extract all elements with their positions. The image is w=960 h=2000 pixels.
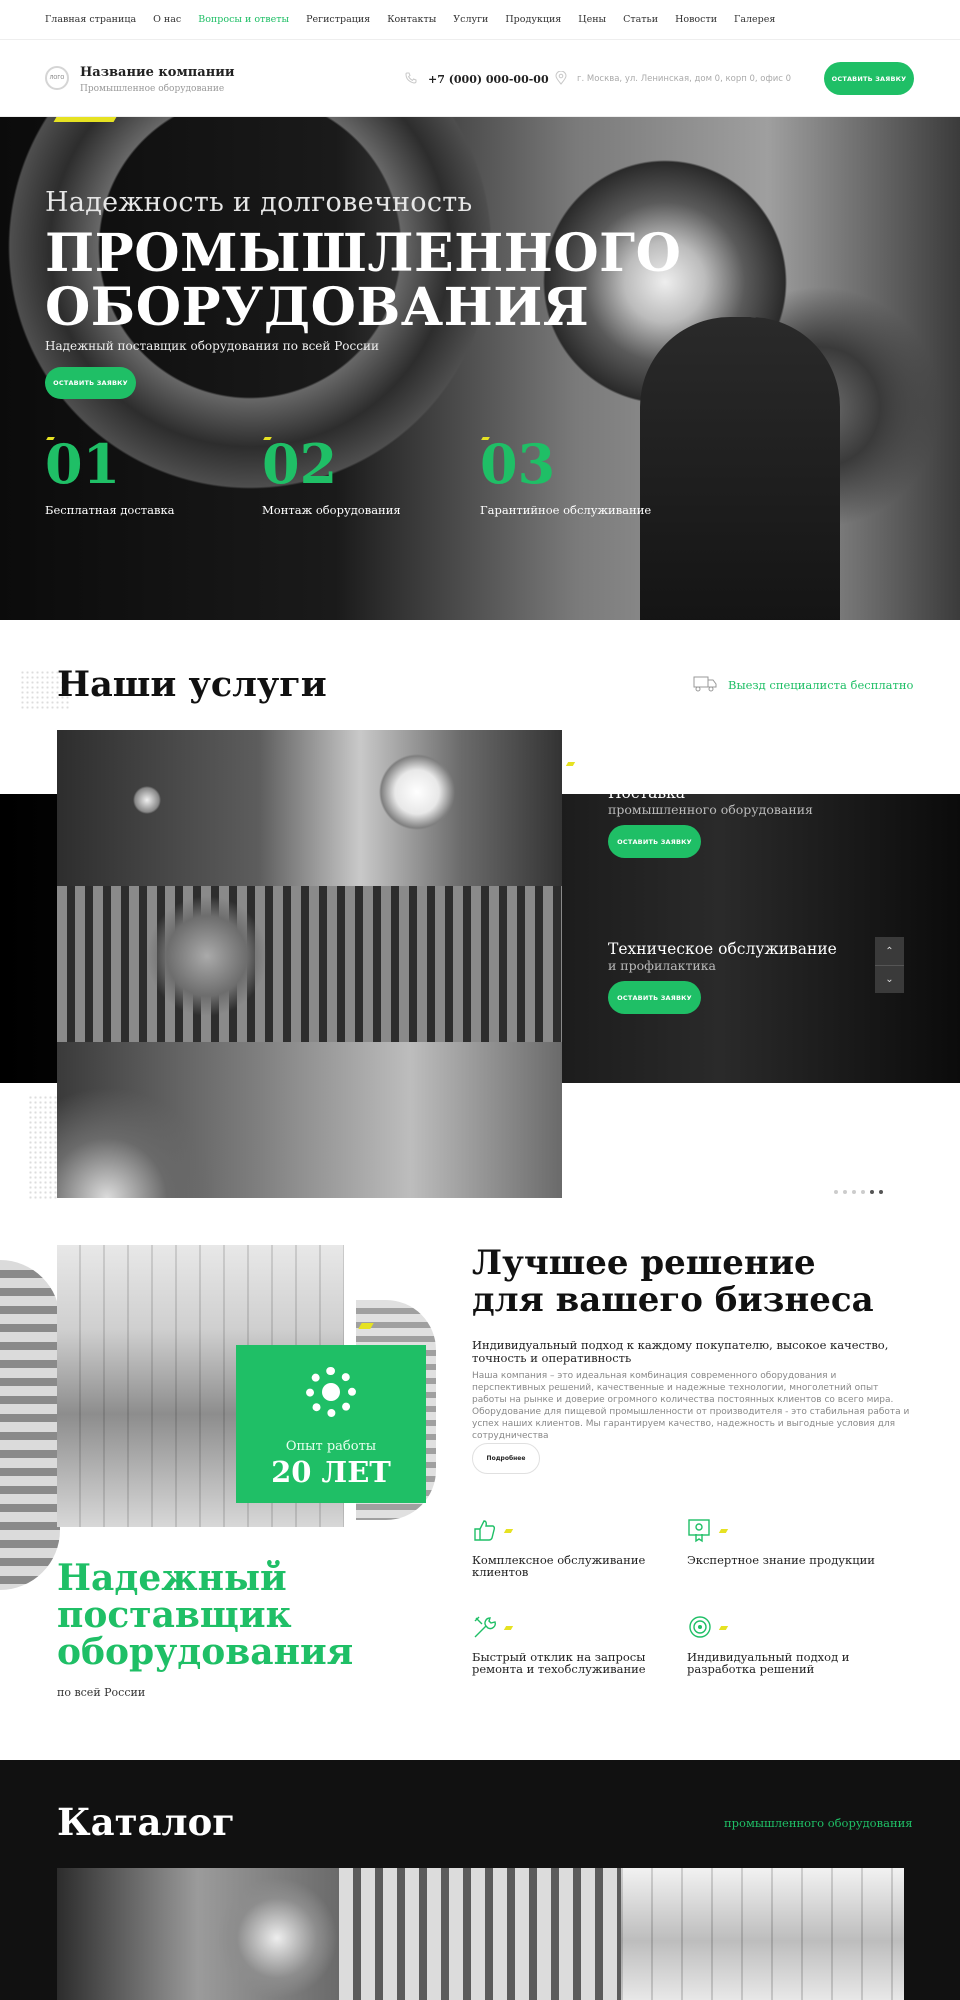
slider-dot[interactable]: [843, 1190, 847, 1194]
slider-dot[interactable]: [834, 1190, 838, 1194]
feature-number: 01: [45, 437, 265, 491]
hero-title: ПРОМЫШЛЕННОГО ОБОРУДОВАНИЯ: [45, 227, 681, 335]
catalog-subtitle[interactable]: промышленного оборудования: [724, 1816, 913, 1830]
hero-feature-delivery: 01 Бесплатная доставка: [45, 437, 265, 517]
feature-label: Монтаж оборудования: [262, 503, 401, 517]
advantage-text: Экспертное знание продукции: [687, 1553, 875, 1567]
nav-item-home[interactable]: Главная страница: [45, 14, 136, 25]
hero-title-line1: ПРОМЫШЛЕННОГО: [45, 223, 682, 284]
header-request-button[interactable]: Оставить заявку: [824, 62, 914, 95]
site-header: ЛОГО Название компании Промышленное обор…: [0, 40, 960, 117]
accent-mark: [503, 1626, 514, 1630]
nav-item-faq[interactable]: Вопросы и ответы: [198, 14, 289, 25]
best-body-text: Наша компания – это идеальная комбинация…: [472, 1371, 910, 1441]
tools-icon: [474, 1616, 496, 1638]
nav-item-gallery[interactable]: Галерея: [734, 14, 775, 25]
phone-icon: [405, 72, 417, 84]
nav-item-services[interactable]: Услуги: [453, 14, 488, 25]
service-photo-factory: [57, 1042, 562, 1198]
catalog-item-workshop[interactable]: [621, 1868, 904, 2000]
nav-item-contacts[interactable]: Контакты: [387, 14, 436, 25]
supplier-heading: Надежный поставщик оборудования: [57, 1560, 353, 1671]
nav-item-products[interactable]: Продукция: [505, 14, 561, 25]
logo-text: ЛОГО: [49, 75, 65, 81]
advantage-text: Комплексное обслуживание клиентов: [472, 1553, 646, 1579]
hero-feature-warranty: 03 Гарантийное обслуживание: [480, 437, 700, 517]
service-request-button[interactable]: Оставить заявку: [608, 981, 701, 1014]
free-visit-link[interactable]: Выезд специалиста бесплатно: [728, 678, 913, 692]
accent-mark: [503, 1529, 514, 1533]
best-lead-text: Индивидуальный подход к каждому покупате…: [472, 1338, 889, 1365]
slider-arrows: ⌃ ⌄: [875, 937, 904, 993]
experience-box: Опыт работы 20 ЛЕТ: [236, 1345, 426, 1503]
header-address: г. Москва, ул. Ленинская, дом 0, корп 0,…: [577, 74, 792, 84]
hero-description: Надежный поставщик оборудования по всей …: [45, 339, 379, 353]
accent-mark: [718, 1529, 729, 1533]
slider-dot-active[interactable]: [879, 1190, 883, 1194]
header-phone[interactable]: +7 (000) 000-00-00: [428, 73, 549, 86]
supplier-line2: поставщик: [57, 1594, 292, 1636]
advantage-text: Индивидуальный подход и разработка решен…: [687, 1650, 850, 1676]
company-logo[interactable]: ЛОГО: [45, 66, 69, 90]
nav-menu: Главная страница О нас Вопросы и ответы …: [45, 14, 792, 25]
nav-item-prices[interactable]: Цены: [578, 14, 606, 25]
feature-label: Гарантийное обслуживание: [480, 503, 652, 517]
feature-number: 03: [480, 437, 700, 491]
supplier-line3: оборудования: [57, 1631, 354, 1673]
service-title: Поставка: [608, 784, 686, 802]
service-subtitle: промышленного оборудования: [608, 802, 813, 817]
service-subtitle: и профилактика: [608, 958, 716, 973]
service-photo-truck: [57, 730, 562, 886]
nav-item-news[interactable]: Новости: [675, 14, 717, 25]
catalog-item-motor[interactable]: [57, 1868, 339, 2000]
top-navigation: Главная страница О нас Вопросы и ответы …: [0, 0, 960, 40]
chevron-down-icon[interactable]: ⌄: [875, 965, 904, 993]
slider-dot-active[interactable]: [870, 1190, 874, 1194]
slider-dot[interactable]: [852, 1190, 856, 1194]
catalog-item-pipes[interactable]: [339, 1868, 621, 2000]
hero-feature-installation: 02 Монтаж оборудования: [262, 437, 482, 517]
supplier-subtitle: по всей России: [57, 1686, 146, 1699]
services-title: Наши услуги: [57, 664, 327, 705]
services-accent-mark: [565, 762, 576, 766]
hero-accent-mark: [53, 117, 117, 122]
feature-label: Бесплатная доставка: [45, 503, 175, 517]
company-name: Название компании: [80, 65, 235, 80]
truck-icon: [693, 676, 717, 692]
target-icon: [689, 1616, 711, 1638]
thumbs-up-icon: [474, 1520, 496, 1541]
nav-item-articles[interactable]: Статьи: [623, 14, 658, 25]
catalog-section: Каталог промышленного оборудования: [0, 1760, 960, 2000]
location-pin-icon: [555, 71, 567, 85]
certificate-icon: [688, 1519, 710, 1543]
accent-mark: [718, 1626, 729, 1630]
nav-item-about[interactable]: О нас: [153, 14, 181, 25]
hero-section: Надежность и долговечность ПРОМЫШЛЕННОГО…: [0, 117, 960, 620]
service-photo-gears: [57, 886, 562, 1042]
experience-value: 20 ЛЕТ: [271, 1455, 391, 1489]
hero-request-button[interactable]: Оставить заявку: [45, 367, 136, 399]
services-photos: [57, 730, 562, 1198]
bearing-decoration: [0, 1260, 60, 1590]
best-solution-title: Лучшее решение для вашего бизнеса: [472, 1245, 874, 1319]
hero-title-line2: ОБОРУДОВАНИЯ: [45, 277, 590, 338]
best-title-line1: Лучшее решение: [472, 1243, 816, 1283]
service-request-button[interactable]: Оставить заявку: [608, 825, 701, 858]
experience-label: Опыт работы: [285, 1439, 377, 1454]
chevron-up-icon[interactable]: ⌃: [875, 937, 904, 965]
dots-pattern: [28, 1095, 58, 1200]
feature-number: 02: [262, 437, 482, 491]
service-title: Техническое обслуживание: [608, 940, 837, 958]
slider-dot[interactable]: [861, 1190, 865, 1194]
company-subtitle: Промышленное оборудование: [80, 84, 225, 94]
hero-subtitle: Надежность и долговечность: [45, 187, 473, 218]
best-title-line2: для вашего бизнеса: [472, 1280, 874, 1320]
nav-item-registration[interactable]: Регистрация: [306, 14, 370, 25]
slider-pagination: [834, 1190, 883, 1194]
catalog-title: Каталог: [57, 1800, 235, 1844]
supplier-line1: Надежный: [57, 1557, 287, 1599]
advantage-text: Быстрый отклик на запросы ремонта и техо…: [472, 1650, 646, 1676]
more-button[interactable]: Подробнее: [472, 1443, 540, 1474]
gear-icon: [306, 1367, 356, 1417]
